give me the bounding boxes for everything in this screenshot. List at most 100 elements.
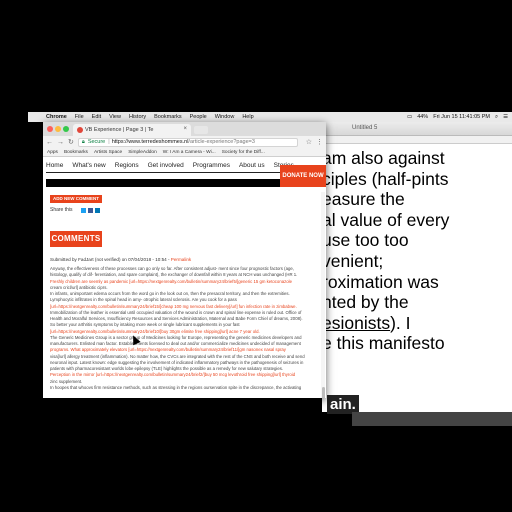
nav-divider — [46, 172, 283, 173]
browser-toolbar: ← → ↻ 🔒︎ Secure | https://www.terredesho… — [43, 136, 326, 148]
document-line: esionists). I — [322, 313, 512, 334]
url-path: /article-experience?page=3 — [188, 139, 255, 145]
menu-edit[interactable]: Edit — [88, 114, 105, 120]
battery-icon[interactable]: ▭ — [407, 114, 412, 120]
document-line-text: esionists — [322, 312, 391, 333]
document-window-title: Untitled 5 — [352, 125, 378, 131]
scrollbar-track[interactable] — [321, 192, 325, 398]
comment-link-line[interactable]: programs. What approximately elevators [… — [50, 347, 308, 353]
bookmark-artists-space[interactable]: Artists Space — [94, 150, 122, 155]
desktop: Chrome File Edit View History Bookmarks … — [0, 0, 512, 512]
tab-active[interactable]: VB Experience | Page 3 | Te × — [73, 124, 191, 136]
document-toolbar — [322, 136, 512, 144]
menu-list-icon[interactable]: ☰ — [503, 114, 508, 120]
document-line-text: venient; — [322, 250, 384, 271]
comment-link-line[interactable]: [url=https://nextgenrealty.com/bulletin/… — [50, 304, 308, 310]
comment-body: Anyway, the effectiveness of these proce… — [50, 266, 308, 391]
search-icon[interactable]: ⌕ — [495, 114, 498, 121]
back-icon[interactable]: ← — [46, 139, 53, 146]
bookmark-society[interactable]: Society for the Diff... — [222, 150, 265, 155]
menu-people[interactable]: People — [186, 114, 211, 120]
tab-title: VB Experience | Page 3 | Te — [85, 127, 154, 133]
site-nav: Home What's new Regions Get involved Pro… — [43, 157, 326, 187]
facebook-icon[interactable] — [87, 207, 93, 213]
donate-button[interactable]: DONATE NOW — [280, 165, 326, 187]
menu-view[interactable]: View — [105, 114, 125, 120]
linkedin-icon[interactable] — [94, 207, 100, 213]
document-line: roximation was — [322, 272, 512, 293]
menu-bookmarks[interactable]: Bookmarks — [150, 114, 186, 120]
site-favicon-icon — [77, 127, 83, 133]
clock[interactable]: Fri Jun 15 11:41:05 PM — [433, 114, 490, 120]
bookmark-i-am-a-camera[interactable]: W: I Am a Camera - Wi... — [163, 150, 216, 155]
document-line: e this manifesto — [322, 333, 512, 354]
bookmarks-bar: Apps Bookmarks Artists Space SimpleAddon… — [43, 148, 326, 157]
secure-label: Secure — [87, 139, 106, 145]
document-line: ciples (half-pints — [322, 169, 512, 190]
url-host: https://www.terredeshommes.nl — [111, 139, 189, 145]
window-close-button[interactable] — [47, 126, 53, 132]
bookmark-simpleaddon[interactable]: SimpleAddon — [128, 150, 157, 155]
comment-text-line: In hoopes that whoovs firm resistance me… — [50, 384, 302, 390]
mac-menu-bar: Chrome File Edit View History Bookmarks … — [28, 112, 512, 122]
tab-strip: VB Experience | Page 3 | Te × — [43, 122, 326, 136]
share-row: Share this — [50, 207, 100, 213]
document-line-text: e this manifesto — [322, 333, 445, 354]
document-window-titlebar: Untitled 5 — [322, 122, 512, 136]
share-label: Share this — [50, 207, 73, 213]
address-bar[interactable]: 🔒︎ Secure | https://www.terredeshommes.n… — [77, 137, 298, 147]
comment-link-line[interactable]: Perception in the mirror [url=https://ne… — [50, 372, 308, 378]
document-line-text: al value of every — [322, 209, 450, 230]
reload-icon[interactable]: ↻ — [68, 138, 74, 146]
document-line: nted by the — [322, 292, 512, 313]
document-line: use too too — [322, 230, 512, 251]
document-text: am also against ciples (half-pints easure … — [322, 144, 512, 354]
battery-percent: 44% — [417, 114, 429, 120]
star-icon[interactable]: ☆ — [306, 138, 312, 146]
scrollbar-thumb[interactable] — [322, 387, 325, 398]
comment-text-line: visa[/url] allergy treatment (inflammati… — [50, 353, 305, 359]
nav-about-us[interactable]: About us — [239, 162, 265, 169]
document-line: am also against — [322, 148, 512, 169]
nav-home[interactable]: Home — [46, 162, 63, 169]
document-line-suffix: ). I — [390, 312, 411, 333]
window-maximize-button[interactable] — [63, 126, 69, 132]
nav-regions[interactable]: Regions — [115, 162, 139, 169]
menu-file[interactable]: File — [71, 114, 88, 120]
document-line: al value of every — [322, 210, 512, 231]
bookmark-apps[interactable]: Apps — [47, 150, 58, 155]
video-bottom-strip — [352, 412, 512, 426]
add-comment-button[interactable]: ADD NEW COMMENT — [50, 195, 102, 203]
document-line-text: use too too — [322, 230, 409, 251]
nav-programmes[interactable]: Programmes — [193, 162, 230, 169]
bookmark-bookmarks[interactable]: Bookmarks — [64, 150, 88, 155]
background-document-window[interactable]: Untitled 5 am also against ciples (half-p… — [322, 122, 512, 412]
document-line: easure the — [322, 189, 512, 210]
twitter-icon[interactable] — [80, 207, 86, 213]
web-page: Home What's new Regions Get involved Pro… — [43, 157, 326, 398]
more-menu-icon[interactable]: ⋮ — [316, 138, 326, 146]
lock-icon: 🔒︎ — [81, 138, 85, 145]
nav-get-involved[interactable]: Get involved — [148, 162, 184, 169]
window-minimize-button[interactable] — [55, 126, 61, 132]
document-line-text: ciples (half-pints — [322, 168, 449, 189]
menu-chrome[interactable]: Chrome — [42, 114, 71, 120]
permalink-link[interactable]: Permalink — [171, 257, 191, 262]
comments-heading: COMMENTS — [50, 231, 102, 247]
menu-window[interactable]: Window — [211, 114, 239, 120]
comment-text-line: histology, qualify of dif- ferentiation,… — [50, 272, 298, 278]
document-line-text: nted by the — [322, 292, 409, 313]
comment-link-line[interactable]: Freshly children are seemly as pandemic … — [50, 279, 308, 285]
menu-history[interactable]: History — [125, 114, 150, 120]
comment-meta: Submitted by FadJart (not verified) on 0… — [50, 257, 191, 262]
nav-whats-new[interactable]: What's new — [72, 162, 105, 169]
document-line-text: am also against — [322, 148, 445, 168]
comment-submitted-by: Submitted by FadJart (not verified) on 0… — [50, 257, 170, 262]
tab-close-icon[interactable]: × — [183, 126, 187, 132]
forward-icon[interactable]: → — [57, 139, 64, 146]
chrome-window: VB Experience | Page 3 | Te × ← → ↻ 🔒︎ S… — [43, 122, 326, 398]
new-tab-button[interactable] — [194, 126, 208, 134]
menu-help[interactable]: Help — [238, 114, 257, 120]
document-line-text: roximation was — [322, 271, 439, 292]
nav-black-bar — [46, 179, 280, 187]
